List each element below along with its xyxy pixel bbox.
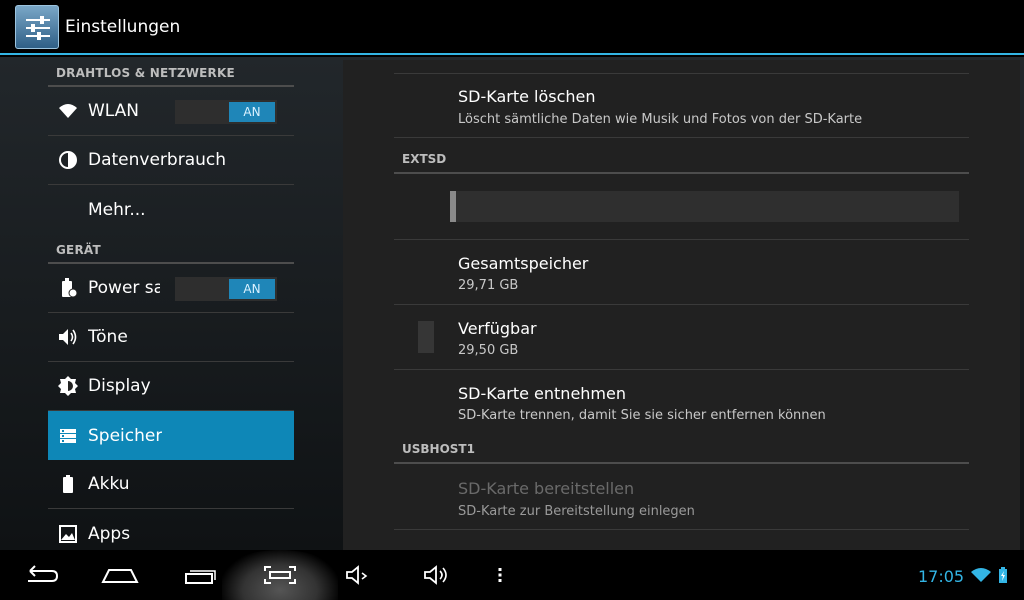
brightness-icon	[48, 362, 88, 411]
sidebar-item-label: WLAN	[88, 101, 140, 121]
wifi-status-icon	[968, 550, 994, 600]
settings-sliders-icon	[26, 15, 50, 40]
total-storage-value: 29,71 GB	[458, 278, 519, 293]
content-area: DRAHTLOS & NETZWERKE WLAN AN Datenverbra…	[0, 57, 1024, 550]
speaker-icon	[48, 313, 88, 362]
volume-up-icon[interactable]	[416, 550, 460, 600]
available-storage-item: Verfügbar 29,50 GB	[394, 305, 969, 370]
extsd-header: EXTSD	[394, 138, 969, 174]
usage-bar	[450, 191, 959, 222]
sidebar-item-label: Speicher	[88, 425, 163, 446]
total-storage-item: Gesamtspeicher 29,71 GB	[394, 240, 969, 305]
wifi-icon	[48, 87, 88, 136]
sidebar-item-datenverbrauch[interactable]: Datenverbrauch	[48, 136, 294, 185]
battery-icon	[48, 460, 88, 509]
status-clock: 17:05	[918, 567, 965, 586]
sd-eject-item[interactable]: SD-Karte entnehmen SD-Karte trennen, dam…	[394, 370, 969, 435]
sidebar-item-label: Mehr...	[88, 199, 146, 220]
sd-clear-title: SD-Karte löschen	[458, 87, 596, 106]
sidebar-item-toene[interactable]: Töne	[48, 313, 294, 362]
sidebar-header-wireless: DRAHTLOS & NETZWERKE	[48, 57, 294, 87]
recent-apps-icon[interactable]	[178, 550, 222, 600]
sidebar-item-speicher[interactable]: Speicher	[48, 411, 294, 460]
sidebar-item-mehr[interactable]: Mehr...	[48, 185, 294, 234]
usage-bar-item	[394, 174, 969, 240]
sd-clear-item[interactable]: SD-Karte löschen Löscht sämtliche Daten …	[394, 74, 969, 138]
sidebar-item-label: Power saving	[88, 278, 160, 298]
wlan-toggle[interactable]: AN	[175, 100, 277, 124]
sidebar-header-device: GERÄT	[48, 234, 294, 264]
storage-detail-pane: SD-Karte löschen Löscht sämtliche Daten …	[343, 60, 1020, 550]
apps-icon	[48, 509, 88, 550]
sidebar-item-wlan[interactable]: WLAN AN	[48, 87, 294, 136]
sidebar-item-label: Datenverbrauch	[88, 150, 227, 170]
sd-eject-summary: SD-Karte trennen, damit Sie sie sicher e…	[458, 408, 826, 423]
available-color-swatch	[418, 321, 434, 353]
sd-eject-title: SD-Karte entnehmen	[458, 384, 626, 403]
battery-charging-icon	[996, 550, 1010, 600]
volume-down-icon[interactable]	[336, 550, 380, 600]
toggle-on-label: AN	[229, 102, 275, 122]
settings-app-icon[interactable]	[15, 4, 59, 49]
back-icon[interactable]	[18, 550, 62, 600]
storage-list: SD-Karte löschen Löscht sämtliche Daten …	[394, 60, 969, 530]
usbhost-header: USBHOST1	[394, 435, 969, 464]
sidebar-item-label: Display	[88, 376, 151, 396]
sidebar-item-akku[interactable]: Akku	[48, 460, 294, 509]
usage-bar-fill	[450, 191, 456, 222]
toggle-on-label: AN	[229, 279, 275, 299]
app-title: Einstellungen	[65, 16, 181, 37]
available-storage-title: Verfügbar	[458, 319, 537, 338]
sidebar-item-label: Akku	[88, 474, 130, 494]
settings-sidebar: DRAHTLOS & NETZWERKE WLAN AN Datenverbra…	[48, 57, 294, 550]
sidebar-item-apps[interactable]: Apps	[48, 509, 294, 550]
storage-icon	[48, 411, 88, 460]
sidebar-item-label: Apps	[88, 523, 131, 544]
available-storage-value: 29,50 GB	[458, 343, 519, 358]
sd-mount-item: SD-Karte bereitstellen SD-Karte zur Bere…	[394, 464, 969, 530]
system-navigation-bar: 17:05	[0, 550, 1024, 600]
sidebar-item-display[interactable]: Display	[48, 362, 294, 411]
divider	[394, 60, 969, 74]
home-icon[interactable]	[98, 550, 142, 600]
sd-mount-summary: SD-Karte zur Bereitstellung einlegen	[458, 504, 695, 519]
action-bar: Einstellungen	[0, 0, 1024, 55]
total-storage-title: Gesamtspeicher	[458, 254, 589, 273]
empty-icon-slot	[48, 185, 88, 234]
screenshot-icon[interactable]	[258, 550, 302, 600]
power-saving-toggle[interactable]: AN	[175, 277, 277, 301]
menu-icon[interactable]	[488, 550, 512, 600]
sd-mount-title: SD-Karte bereitstellen	[458, 479, 635, 498]
battery-saver-icon	[48, 264, 88, 313]
sd-clear-summary: Löscht sämtliche Daten wie Musik und Fot…	[458, 112, 863, 127]
data-usage-icon	[48, 136, 88, 185]
sidebar-item-power-saving[interactable]: Power saving AN	[48, 264, 294, 313]
sidebar-item-label: Töne	[88, 327, 128, 347]
